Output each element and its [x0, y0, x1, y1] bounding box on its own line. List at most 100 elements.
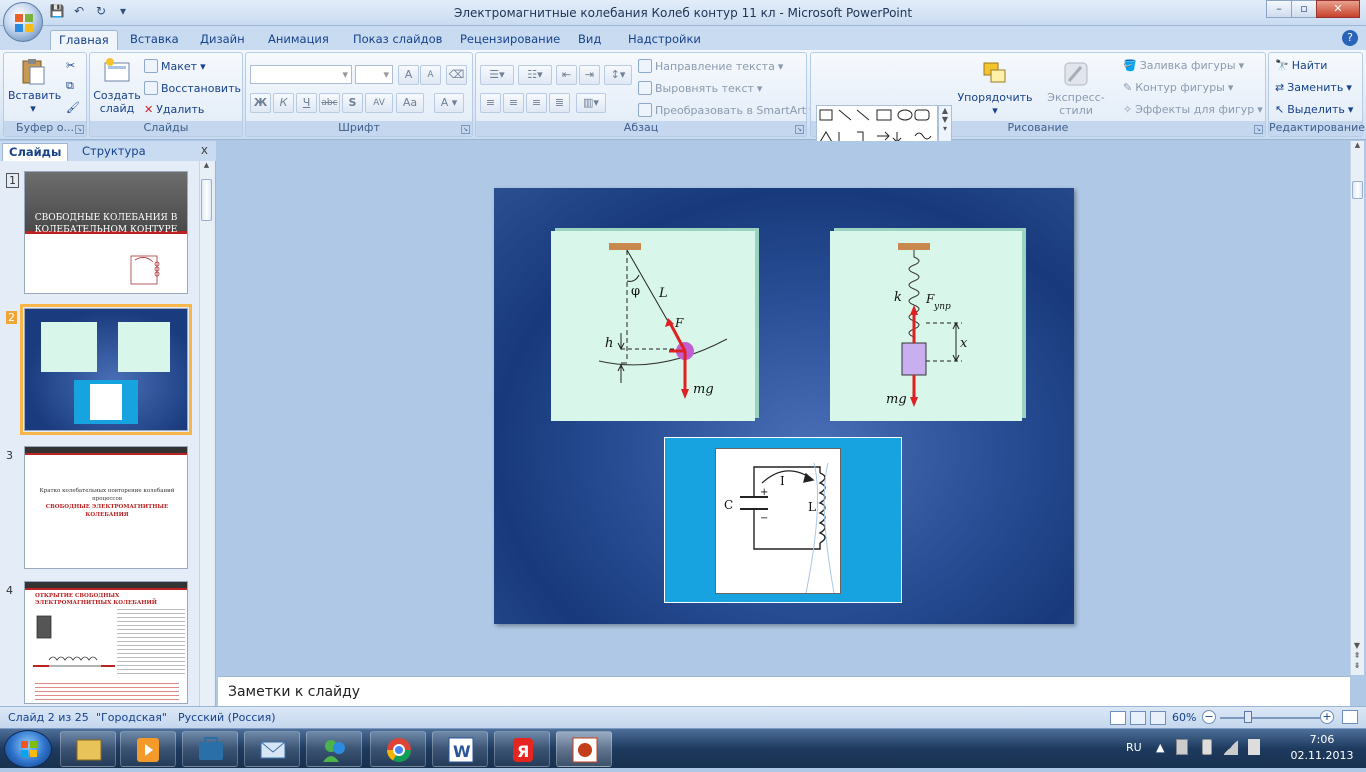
- arrange-button[interactable]: Упорядочить ▾: [955, 59, 1035, 117]
- tab-review[interactable]: Рецензирование: [452, 30, 568, 50]
- change-case-button[interactable]: Aa: [396, 93, 424, 113]
- paste-button[interactable]: Вставить ▾: [8, 57, 61, 115]
- bullets-button[interactable]: ☰▾: [480, 65, 514, 85]
- font-color-button[interactable]: A ▾: [434, 93, 464, 113]
- font-size-combo[interactable]: ▾: [355, 65, 393, 84]
- strikethrough-button[interactable]: abc: [319, 93, 340, 113]
- increase-indent-button[interactable]: ⇥: [579, 65, 600, 85]
- tab-view[interactable]: Вид: [570, 30, 609, 50]
- char-spacing-button[interactable]: AV: [365, 93, 393, 113]
- tab-outline[interactable]: Структура: [76, 143, 152, 161]
- zoom-level[interactable]: 60%: [1172, 711, 1196, 724]
- paragraph-launcher-icon[interactable]: ↘: [795, 125, 804, 134]
- tab-insert[interactable]: Вставка: [122, 30, 187, 50]
- battery-icon[interactable]: [1202, 739, 1212, 755]
- taskbar-yandex[interactable]: Я: [494, 731, 550, 767]
- network-icon[interactable]: [1224, 739, 1238, 755]
- canvas-scroll-thumb[interactable]: [1352, 181, 1363, 199]
- normal-view-icon[interactable]: [1110, 711, 1126, 725]
- clock-time[interactable]: 7:06: [1292, 733, 1352, 746]
- fit-to-window-icon[interactable]: [1342, 710, 1358, 724]
- format-painter-icon[interactable]: 🖌: [66, 101, 80, 114]
- zoom-slider-thumb[interactable]: [1244, 711, 1252, 723]
- replace-button[interactable]: ⇄ Заменить ▾: [1275, 81, 1352, 94]
- slide-thumb-3[interactable]: Кратко колебательных повторение колебани…: [24, 446, 188, 569]
- justify-button[interactable]: ≣: [549, 93, 570, 113]
- bold-button[interactable]: Ж: [250, 93, 271, 113]
- select-button[interactable]: ↖ Выделить ▾: [1275, 103, 1353, 116]
- line-spacing-button[interactable]: ↕▾: [604, 65, 632, 85]
- taskbar-word[interactable]: W: [432, 731, 488, 767]
- slide-thumb-4[interactable]: ОТКРЫТИЕ СВОБОДНЫХ ЭЛЕКТРОМАГНИТНЫХ КОЛЕ…: [24, 581, 188, 704]
- tab-design[interactable]: Дизайн: [192, 30, 253, 50]
- start-button[interactable]: [4, 730, 52, 768]
- tab-slideshow[interactable]: Показ слайдов: [345, 30, 450, 50]
- shape-outline-button[interactable]: ✎ Контур фигуры ▾: [1123, 81, 1233, 94]
- taskbar-powerpoint[interactable]: [556, 731, 612, 767]
- copy-icon[interactable]: ⧉: [66, 79, 74, 93]
- align-center-button[interactable]: ≡: [503, 93, 524, 113]
- layout-button[interactable]: Макет ▾: [144, 59, 206, 73]
- panel-scroll-thumb[interactable]: [201, 179, 212, 221]
- smartart-button[interactable]: Преобразовать в SmartArt ▾: [638, 103, 815, 117]
- italic-button[interactable]: К: [273, 93, 294, 113]
- taskbar-chrome[interactable]: [370, 731, 426, 767]
- underline-button[interactable]: Ч: [296, 93, 317, 113]
- clock-date[interactable]: 02.11.2013: [1286, 749, 1358, 762]
- shape-effects-button[interactable]: ✧ Эффекты для фигур ▾: [1123, 103, 1263, 116]
- taskbar-mail[interactable]: [244, 731, 300, 767]
- canvas-scrollbar[interactable]: ▲ ▼ ⇞ ⇟: [1350, 141, 1364, 675]
- taskbar-messenger[interactable]: [306, 731, 362, 767]
- flag-icon[interactable]: [1176, 739, 1188, 755]
- slide-2[interactable]: φ L F h mg k F упр x mg C + − I L: [494, 188, 1074, 624]
- decrease-indent-button[interactable]: ⇤: [556, 65, 577, 85]
- keyboard-language[interactable]: RU: [1126, 741, 1142, 754]
- maximize-button[interactable]: ▫: [1291, 0, 1317, 18]
- tab-home[interactable]: Главная: [50, 30, 118, 50]
- notes-pane[interactable]: Заметки к слайду: [218, 676, 1350, 706]
- find-button[interactable]: 🔭 Найти: [1275, 59, 1327, 72]
- drawing-launcher-icon[interactable]: ↘: [1254, 125, 1263, 134]
- taskbar-media[interactable]: [120, 731, 176, 767]
- shape-fill-button[interactable]: 🪣 Заливка фигуры ▾: [1123, 59, 1244, 72]
- delete-slide-button[interactable]: ✕ Удалить: [144, 103, 204, 116]
- help-icon[interactable]: ?: [1342, 30, 1358, 46]
- clear-format-button[interactable]: ⌫: [446, 65, 467, 85]
- shadow-button[interactable]: S: [342, 93, 363, 113]
- volume-icon[interactable]: [1248, 739, 1260, 755]
- panel-scrollbar[interactable]: ▲: [199, 161, 213, 706]
- align-right-button[interactable]: ≡: [526, 93, 547, 113]
- cut-icon[interactable]: ✂: [66, 59, 75, 72]
- text-direction-button[interactable]: Направление текста ▾: [638, 59, 783, 73]
- tab-animation[interactable]: Анимация: [260, 30, 337, 50]
- font-family-combo[interactable]: ▾: [250, 65, 352, 84]
- slide-thumb-2[interactable]: [20, 304, 192, 435]
- new-slide-button[interactable]: Создать слайд: [92, 57, 142, 115]
- tab-addins[interactable]: Надстройки: [620, 30, 709, 50]
- quick-styles-button[interactable]: Экспресс-стили: [1033, 59, 1119, 117]
- shrink-font-button[interactable]: A: [420, 65, 441, 85]
- font-launcher-icon[interactable]: ↘: [461, 125, 470, 134]
- align-text-button[interactable]: Выровнять текст ▾: [638, 81, 762, 95]
- language-status[interactable]: Русский (Россия): [178, 711, 276, 724]
- slide-sorter-icon[interactable]: [1130, 711, 1146, 725]
- taskbar-explorer[interactable]: [60, 731, 116, 767]
- zoom-out-icon[interactable]: −: [1202, 710, 1216, 724]
- slide-thumb-1[interactable]: СВОБОДНЫЕ КОЛЕБАНИЯ В КОЛЕБАТЕЛЬНОМ КОНТ…: [24, 171, 188, 294]
- slideshow-view-icon[interactable]: [1150, 711, 1166, 725]
- tab-slides-panel[interactable]: Слайды: [2, 143, 69, 161]
- close-panel-icon[interactable]: x: [201, 143, 208, 157]
- zoom-slider[interactable]: [1220, 717, 1320, 719]
- zoom-in-icon[interactable]: +: [1320, 710, 1334, 724]
- reset-button[interactable]: Восстановить: [144, 81, 241, 95]
- minimize-button[interactable]: –: [1266, 0, 1292, 18]
- numbering-button[interactable]: ☷▾: [518, 65, 552, 85]
- align-left-button[interactable]: ≡: [480, 93, 501, 113]
- close-button[interactable]: ✕: [1316, 0, 1360, 18]
- tray-expand-icon[interactable]: ▲: [1156, 741, 1164, 754]
- columns-button[interactable]: ▥▾: [576, 93, 606, 113]
- office-button[interactable]: [3, 2, 43, 42]
- taskbar-briefcase[interactable]: [182, 731, 238, 767]
- clipboard-launcher-icon[interactable]: ↘: [75, 125, 84, 134]
- grow-font-button[interactable]: A: [398, 65, 419, 85]
